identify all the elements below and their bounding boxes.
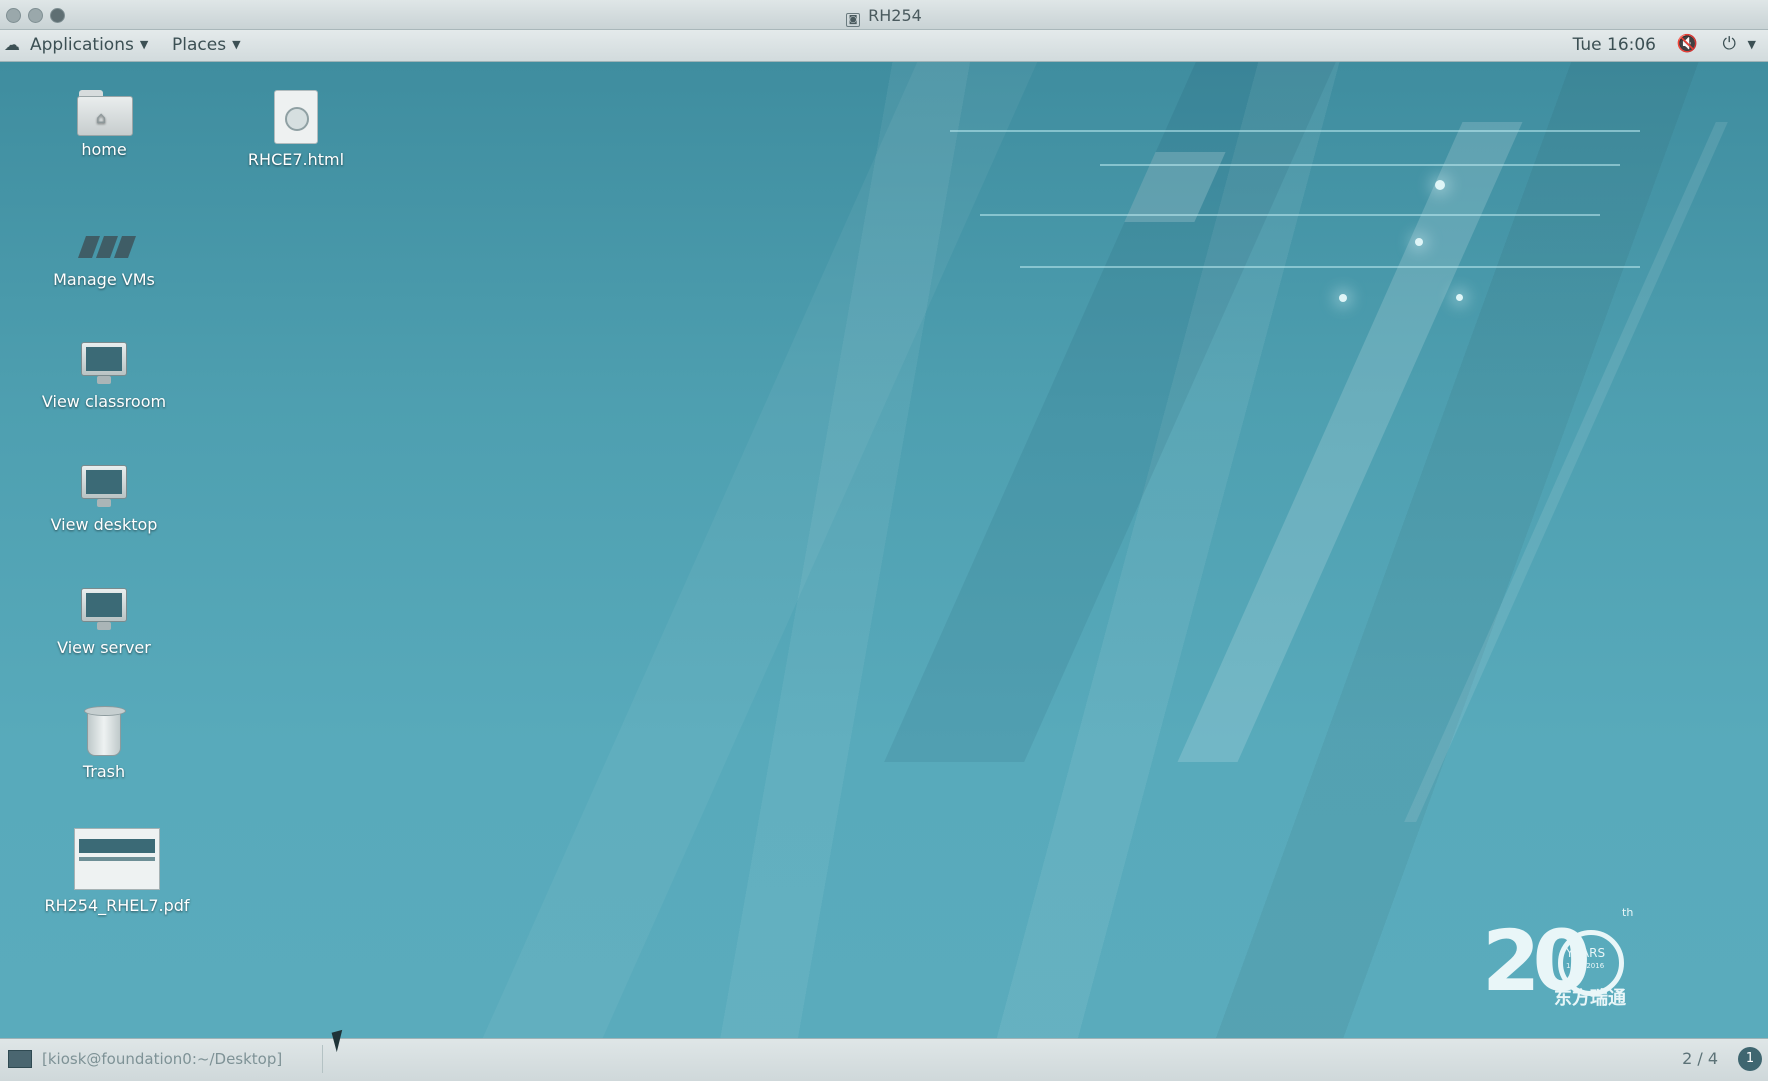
desktop-icon-label: Manage VMs [53,270,155,289]
desktop-icon-view-server[interactable]: View server [19,588,189,657]
anniversary-years: YEARS [1566,946,1606,960]
terminal-icon [8,1050,32,1068]
wallpaper-streak [482,62,1038,1038]
folder-home-icon: ⌂ [77,90,133,136]
wallpaper-line [950,130,1640,132]
wallpaper-glow-dot [1339,294,1347,302]
virtual-machine-manager-icon [74,230,137,264]
desktop-icon-label: RHCE7.html [247,150,345,169]
window-app-icon: ◙ [846,13,861,27]
volume-muted-icon[interactable]: 🔇 [1677,34,1698,54]
trash-icon [84,706,126,756]
wallpaper-line [980,214,1600,216]
places-menu-label: Places [172,35,227,55]
notification-badge[interactable]: 1 [1738,1047,1762,1071]
wallpaper-glow-dot [1435,180,1445,190]
anniversary-logo: 20 YEARS 1996-2016 th 东方瑞通 [1482,906,1672,1012]
taskbar-item-label: [kiosk@foundation0:~/Desktop] [42,1050,283,1068]
desktop-icon-view-classroom[interactable]: View classroom [19,342,189,411]
company-name: 东方瑞通 [1554,988,1626,1009]
desktop-icon-label: home [81,140,127,159]
power-icon[interactable]: ⏻ [1723,34,1736,54]
window-title-label: RH254 [868,6,922,25]
desktop-icon-manage-vms[interactable]: Manage VMs [19,230,189,289]
applications-menu[interactable]: Applications ▼ [30,35,148,55]
taskbar-item-terminal[interactable]: [kiosk@foundation0:~/Desktop] [4,1045,323,1073]
desktop[interactable]: ⌂ home RHCE7.html Manage VMs View classr… [0,62,1768,1038]
wallpaper-glow-dot [1456,294,1463,301]
chevron-down-icon[interactable]: ▼ [1748,38,1756,51]
desktop-icon-label: View server [57,638,151,657]
desktop-icon-home[interactable]: ⌂ home [19,90,189,159]
wallpaper-glow-dot [1415,238,1423,246]
desktop-icon-label: View classroom [41,392,167,411]
pdf-file-icon [74,828,160,890]
window-title-bar: ◙ RH254 [0,0,1768,30]
top-panel: ☁ Applications ▼ Places ▼ Tue 16:06 🔇 ⏻ ▼ [0,30,1768,62]
chevron-down-icon: ▼ [139,38,149,51]
desktop-icon-label: View desktop [50,515,158,534]
chevron-down-icon: ▼ [232,38,241,51]
desktop-icon-view-desktop[interactable]: View desktop [19,465,189,534]
desktop-icon-label: RH254_RHEL7.pdf [44,896,190,915]
applications-menu-label: Applications [30,35,134,55]
gnome-foot-icon: ☁ [4,35,20,54]
monitor-icon [81,465,127,509]
desktop-icon-trash[interactable]: Trash [19,706,189,781]
window-title: ◙ RH254 [0,6,1768,27]
anniversary-span: 1996-2016 [1566,962,1605,970]
html-file-icon [274,90,318,144]
places-menu[interactable]: Places ▼ [172,35,241,55]
monitor-icon [81,588,127,632]
desktop-icon-label: Trash [82,762,126,781]
anniversary-superscript: th [1622,906,1634,919]
bottom-panel: [kiosk@foundation0:~/Desktop] 2 / 4 1 [0,1038,1768,1081]
workspace-indicator[interactable]: 2 / 4 [1682,1049,1718,1068]
wallpaper-line [1100,164,1620,166]
clock[interactable]: Tue 16:06 [1573,35,1656,55]
wallpaper-line [1020,266,1640,268]
desktop-icon-rh254-pdf[interactable]: RH254_RHEL7.pdf [32,828,202,915]
desktop-icon-rhce7-html[interactable]: RHCE7.html [211,90,381,169]
monitor-icon [81,342,127,386]
